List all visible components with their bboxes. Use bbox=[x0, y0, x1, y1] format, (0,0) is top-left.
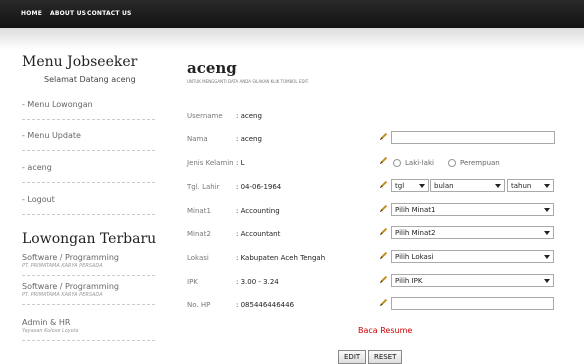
birth-year-select[interactable]: tahun bbox=[507, 179, 554, 192]
edit-instruction-note: UNTUK MENGGANTI DATA ANDA SILAKAN KLIK T… bbox=[187, 79, 309, 84]
nav-about-us-link[interactable]: ABOUT US bbox=[50, 10, 86, 17]
gender-perempuan-radio[interactable] bbox=[448, 159, 456, 167]
no-hp-value: : 085446446446 bbox=[236, 301, 295, 309]
reset-button[interactable]: RESET bbox=[368, 350, 403, 364]
sidebar-item-menu-update[interactable]: - Menu Update bbox=[22, 131, 155, 151]
ipk-value: : 3.00 - 3.24 bbox=[236, 278, 279, 286]
minat2-label: Minat2 bbox=[187, 230, 211, 238]
tgl-lahir-label: Tgl. Lahir bbox=[187, 183, 220, 191]
sidebar-title: Menu Jobseeker bbox=[22, 54, 138, 70]
pencil-icon bbox=[379, 227, 388, 236]
nama-value: : aceng bbox=[236, 135, 262, 143]
edit-button[interactable]: EDIT bbox=[338, 350, 367, 364]
no-hp-input[interactable] bbox=[391, 297, 554, 310]
sidebar-item-logout[interactable]: - Logout bbox=[22, 195, 155, 215]
username-label: Username bbox=[187, 112, 223, 120]
pencil-icon bbox=[379, 156, 388, 165]
nav-contact-us-link[interactable]: CONTACT US bbox=[87, 10, 132, 17]
job-list-item[interactable]: Software / Programming PT. PRIMATAMA KAR… bbox=[22, 282, 155, 305]
job-company: Yayasan Kolose Loyola bbox=[22, 328, 79, 334]
job-title[interactable]: Admin & HR bbox=[22, 318, 155, 327]
gender-perempuan-label: Perempuan bbox=[460, 159, 500, 167]
lokasi-label: Lokasi bbox=[187, 254, 209, 262]
read-resume-link[interactable]: Baca Resume bbox=[358, 326, 412, 335]
job-company: PT. PRIMATAMA KARYA PERSADA bbox=[22, 263, 103, 269]
minat2-select[interactable]: Pilih Minat2 bbox=[391, 226, 554, 239]
nama-label: Nama bbox=[187, 135, 208, 143]
sidebar-item-user[interactable]: - aceng bbox=[22, 163, 155, 183]
ipk-select[interactable]: Pilih IPK bbox=[391, 274, 554, 287]
jenis-kelamin-value: : L bbox=[236, 159, 245, 167]
tgl-lahir-value: : 04-06-1964 bbox=[236, 183, 282, 191]
lokasi-value: : Kabupaten Aceh Tengah bbox=[236, 254, 326, 262]
no-hp-label: No. HP bbox=[187, 301, 211, 309]
username-value: : aceng bbox=[236, 112, 262, 120]
top-navigation-bar: HOME ABOUT US CONTACT US bbox=[0, 0, 584, 28]
pencil-icon bbox=[379, 251, 388, 260]
page-title: aceng bbox=[187, 59, 237, 77]
minat1-value: : Accounting bbox=[236, 207, 280, 215]
jenis-kelamin-label: Jenis Kelamin bbox=[187, 159, 234, 167]
nama-input[interactable] bbox=[391, 131, 555, 144]
sidebar-welcome-text: Selamat Datang aceng bbox=[44, 75, 136, 84]
pencil-icon bbox=[379, 204, 388, 213]
job-title[interactable]: Software / Programming bbox=[22, 282, 155, 291]
pencil-icon bbox=[379, 180, 388, 189]
latest-jobs-title: Lowongan Terbaru bbox=[22, 231, 157, 247]
pencil-icon bbox=[379, 275, 388, 284]
header-shadow bbox=[0, 28, 584, 50]
job-list-item[interactable]: Admin & HR Yayasan Kolose Loyola bbox=[22, 318, 155, 341]
job-title[interactable]: Software / Programming bbox=[22, 253, 155, 262]
pencil-icon bbox=[379, 298, 388, 307]
birth-month-select[interactable]: bulan bbox=[430, 179, 505, 192]
job-company: PT. PRIMATAMA KARYA PERSADA bbox=[22, 292, 103, 298]
gender-laki-laki-label: Laki-laki bbox=[405, 159, 434, 167]
pencil-icon bbox=[379, 132, 388, 141]
minat1-select[interactable]: Pilih Minat1 bbox=[391, 203, 554, 216]
gender-laki-laki-radio[interactable] bbox=[393, 159, 401, 167]
nav-home-link[interactable]: HOME bbox=[21, 10, 42, 17]
birth-day-select[interactable]: tgl bbox=[391, 179, 429, 192]
sidebar-item-menu-lowongan[interactable]: - Menu Lowongan bbox=[22, 100, 155, 120]
ipk-label: IPK bbox=[187, 278, 198, 286]
minat1-label: Minat1 bbox=[187, 207, 211, 215]
job-list-item[interactable]: Software / Programming PT. PRIMATAMA KAR… bbox=[22, 253, 155, 276]
minat2-value: : Accountant bbox=[236, 230, 281, 238]
lokasi-select[interactable]: Pilih Lokasi bbox=[391, 250, 554, 263]
